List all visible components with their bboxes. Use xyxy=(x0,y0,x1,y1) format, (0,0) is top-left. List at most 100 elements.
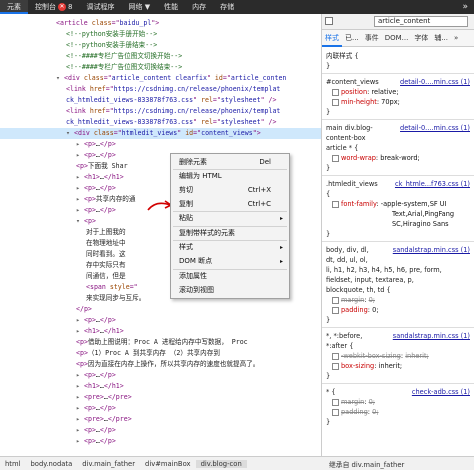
css-rule-line[interactable]: *:after { xyxy=(322,341,474,351)
context-menu-item[interactable]: 编辑为 HTML xyxy=(171,170,289,183)
property-toggle-checkbox[interactable] xyxy=(332,98,339,106)
css-rule-line[interactable]: } xyxy=(322,371,474,381)
tab-styles[interactable]: 样式 xyxy=(322,30,342,47)
expand-triangle-icon[interactable]: ▸ xyxy=(76,139,84,150)
dom-node-line[interactable]: 存中实际只有 xyxy=(86,260,126,271)
dom-node-line[interactable]: ▸ <h1>…</h1> xyxy=(76,381,124,392)
dom-node-line[interactable]: 同时看到。这 xyxy=(86,249,126,260)
property-toggle-checkbox[interactable] xyxy=(332,296,339,304)
expand-triangle-icon[interactable]: ▸ xyxy=(76,150,84,161)
tab-network[interactable]: 网络 ▼ xyxy=(121,0,157,14)
dom-node-line[interactable]: ▸ <p>…</p> xyxy=(76,183,116,194)
dom-node-line[interactable]: ▸ <p>…</p> xyxy=(76,436,116,447)
css-property-value[interactable]: inherit; xyxy=(405,352,429,360)
dom-node-line[interactable]: <p>借助上图说明：Proc A 进程给内存中写数据， Proc xyxy=(76,337,248,348)
more-style-tabs[interactable]: » xyxy=(451,34,461,42)
css-property-line[interactable]: min-height: 70px; xyxy=(322,97,474,107)
css-source-link[interactable]: sandalstrap.min.css (1) xyxy=(393,331,470,341)
css-rule-line[interactable]: } xyxy=(322,229,474,239)
expand-triangle-icon[interactable]: ▸ xyxy=(76,315,84,326)
css-property-name[interactable]: margin xyxy=(341,398,364,406)
expand-triangle-icon[interactable]: ▸ xyxy=(76,172,84,183)
dom-node-line[interactable]: ▸ <p>…</p> xyxy=(76,205,116,216)
dom-node-line[interactable]: ▸ <p>…</p> xyxy=(76,370,116,381)
dom-node-line[interactable]: ▸ <p>…</p> xyxy=(76,315,116,326)
css-property-name[interactable]: margin xyxy=(341,296,364,304)
context-menu-item[interactable]: 复制 Ctrl+C xyxy=(171,198,289,211)
dom-node-line[interactable]: </p> xyxy=(76,304,92,315)
property-toggle-checkbox[interactable] xyxy=(332,398,339,406)
context-menu-item[interactable]: 滚动到视图 xyxy=(171,284,289,297)
css-rule-selector[interactable]: * {check-adb.css (1) xyxy=(322,387,474,397)
css-property-line[interactable]: font-family: -apple-system,SF UI xyxy=(322,199,474,209)
expand-triangle-icon[interactable]: ▾ xyxy=(76,216,84,227)
css-source-link[interactable]: sandalstrap.min.css (1) xyxy=(393,245,470,255)
expand-triangle-icon[interactable]: ▸ xyxy=(76,436,84,447)
tab-events[interactable]: 事件 xyxy=(362,33,382,43)
css-rule-line[interactable]: } xyxy=(322,61,474,71)
context-menu-item[interactable]: 剪切 Ctrl+X xyxy=(171,184,289,197)
css-property-name[interactable]: min-height xyxy=(341,98,377,106)
property-toggle-checkbox[interactable] xyxy=(332,408,339,416)
css-property-line[interactable]: padding: 0; xyxy=(322,407,474,417)
dom-node-line[interactable]: ▸ <p>…</p> xyxy=(76,425,116,436)
property-toggle-checkbox[interactable] xyxy=(332,154,339,162)
expand-triangle-icon[interactable]: ▸ xyxy=(76,205,84,216)
css-property-value[interactable]: relative; xyxy=(371,88,398,96)
breadcrumb-html[interactable]: html xyxy=(0,460,25,468)
dom-node-line[interactable]: <!--####专栏广告位图文切换结束--> xyxy=(66,62,182,73)
expand-triangle-icon[interactable]: ▾ xyxy=(66,128,74,139)
css-rule-selector[interactable]: body, div, dl, sandalstrap.min.css (1) xyxy=(322,245,474,255)
css-property-name[interactable]: box-sizing xyxy=(341,362,374,370)
dom-node-line[interactable]: ck_htmledit_views-833878f763.css" rel="s… xyxy=(66,117,276,128)
dom-node-line[interactable]: ▸ <pre>…</pre> xyxy=(76,414,132,425)
more-tabs-button[interactable]: » xyxy=(456,2,474,12)
css-property-value[interactable]: 0; xyxy=(372,306,378,314)
expand-triangle-icon[interactable]: ▸ xyxy=(76,392,84,403)
dom-node-line[interactable]: ck_htmledit_views-833878f763.css" rel="s… xyxy=(66,95,276,106)
dom-node-line[interactable]: <p>（1）Proc A 到共享内存 （2）共享内存到 xyxy=(76,348,220,359)
context-menu-item[interactable]: 复制带样式的元素 xyxy=(171,227,289,240)
css-rule-selector[interactable]: *, *:before, sandalstrap.min.css (1) xyxy=(322,331,474,341)
expand-triangle-icon[interactable]: ▸ xyxy=(76,183,84,194)
css-property-value[interactable]: -apple-system,SF UI xyxy=(381,200,447,208)
breadcrumb-blog-content[interactable]: div.blog-con xyxy=(195,459,247,468)
context-menu-item[interactable]: 删除元素 Del xyxy=(171,156,289,169)
dom-node-line[interactable]: ▸ <h1>…</h1> xyxy=(76,326,124,337)
dom-node-line[interactable]: ▸ <p>…</p> xyxy=(76,150,116,161)
element-search-field[interactable]: article_content xyxy=(374,16,468,27)
css-source-link[interactable]: ck_htmle...f763.css (1) xyxy=(395,179,470,189)
css-property-value[interactable]: 0; xyxy=(372,408,378,416)
breadcrumb-mainbox[interactable]: div#mainBox xyxy=(140,460,196,468)
css-property-line[interactable]: margin: 0; xyxy=(322,397,474,407)
css-rule-selector[interactable]: 内联样式 { xyxy=(322,51,474,61)
dom-node-line[interactable]: ▸ <p>…</p> xyxy=(76,139,116,150)
property-toggle-checkbox[interactable] xyxy=(332,88,339,96)
css-property-name[interactable]: padding xyxy=(341,408,368,416)
dom-node-line[interactable]: <article class="baidu_pl"> xyxy=(56,18,159,29)
css-property-line[interactable]: position: relative; xyxy=(322,87,474,97)
expand-triangle-icon[interactable]: ▸ xyxy=(76,194,84,205)
expand-triangle-icon[interactable]: ▸ xyxy=(76,381,84,392)
tab-storage[interactable]: 存储 xyxy=(213,0,241,14)
dom-node-line[interactable]: <link href="https://csdnimg.cn/release/p… xyxy=(66,84,280,95)
css-rule-line[interactable]: blockquote, th, td { xyxy=(322,285,474,295)
css-rule-line[interactable]: } xyxy=(322,163,474,173)
css-rule-line[interactable]: content-box xyxy=(322,133,474,143)
dom-node-line[interactable]: ▸ <p>共享内存的通 xyxy=(76,194,135,205)
context-menu-item[interactable]: 样式 ▸ xyxy=(171,241,289,254)
css-property-line[interactable]: box-sizing: inherit; xyxy=(322,361,474,371)
css-property-name[interactable]: -webkit-box-sizing xyxy=(341,352,401,360)
dom-node-line[interactable]: <p>因为直接在内存上操作，所以共享内存的速度也就提高了。 xyxy=(76,359,259,370)
dom-node-line[interactable]: 间通信，但是 xyxy=(86,271,126,282)
property-toggle-checkbox[interactable] xyxy=(332,306,339,314)
css-property-line[interactable]: margin: 0; xyxy=(322,295,474,305)
dom-node-line[interactable]: <!--python安装手册开始--> xyxy=(66,29,157,40)
dom-node-line[interactable]: <span style=" xyxy=(86,282,138,293)
css-property-value[interactable]: 70px; xyxy=(381,98,400,106)
expand-triangle-icon[interactable]: ▸ xyxy=(76,414,84,425)
css-property-value[interactable]: inherit; xyxy=(379,362,403,370)
expand-triangle-icon[interactable]: ▸ xyxy=(76,326,84,337)
css-rule-line[interactable]: } xyxy=(322,315,474,325)
dom-node-line[interactable]: ▾ <div class="article_content clearfix" … xyxy=(56,73,286,84)
